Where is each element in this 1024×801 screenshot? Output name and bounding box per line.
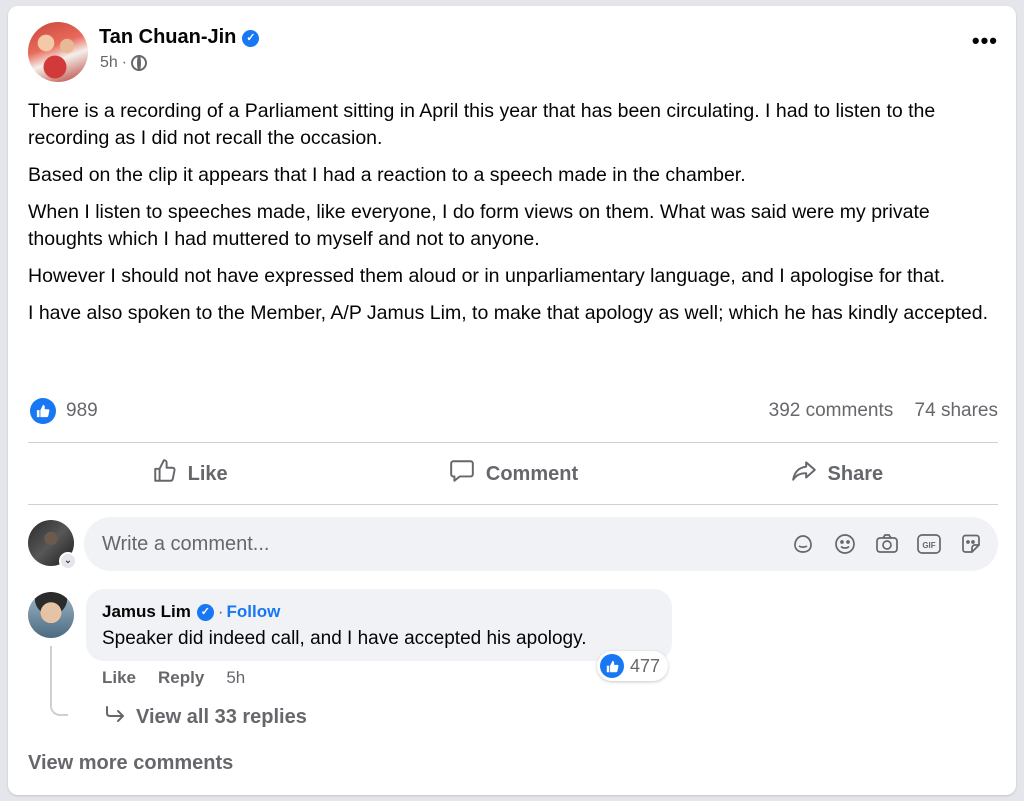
post-paragraph: There is a recording of a Parliament sit…: [28, 100, 936, 149]
comment-time[interactable]: 5h: [226, 668, 245, 688]
view-more-comments-link[interactable]: View more comments: [28, 752, 233, 775]
globe-icon: [131, 55, 148, 71]
like-label: Like: [187, 462, 228, 485]
comment-actions: Like Reply 5h: [102, 668, 245, 688]
follow-button[interactable]: Follow: [226, 602, 280, 621]
post-paragraph: I have also spoken to the Member, A/P Ja…: [28, 302, 988, 324]
commenter-avatar[interactable]: [28, 592, 74, 638]
author-avatar[interactable]: [28, 22, 88, 82]
view-replies-link[interactable]: View all 33 replies: [104, 704, 307, 730]
comment-reaction-count: 477: [630, 655, 661, 676]
svg-text:GIF: GIF: [922, 541, 935, 550]
divider: [28, 504, 998, 505]
like-reaction-icon: [600, 654, 624, 678]
thumbs-up-icon: [152, 458, 178, 490]
post-text: There is a recording of a Parliament sit…: [28, 98, 1003, 337]
stats-right: 392 comments 74 shares: [769, 400, 998, 422]
more-options-icon[interactable]: •••: [972, 30, 998, 52]
like-reaction-icon[interactable]: [30, 398, 56, 424]
comment-icon: [448, 458, 476, 490]
chevron-down-icon[interactable]: ⌄: [59, 552, 77, 570]
post-meta: 5h ·: [100, 54, 148, 72]
comments-count[interactable]: 392 comments: [769, 400, 894, 421]
post-actions: Like Comment Share: [28, 454, 998, 494]
post-paragraph: However I should not have expressed them…: [28, 265, 946, 287]
reaction-stats: 989 392 comments 74 shares: [28, 396, 998, 426]
comment-label: Comment: [485, 462, 579, 485]
divider: [28, 442, 998, 443]
avatar-sticker-icon[interactable]: [790, 531, 816, 557]
verified-badge-icon: ✓: [242, 30, 260, 47]
view-replies-label: View all 33 replies: [136, 705, 307, 728]
comment-text: Speaker did indeed call, and I have acce…: [102, 628, 587, 649]
verified-badge-icon: ✓: [196, 604, 214, 621]
comment-like-button[interactable]: Like: [102, 668, 136, 688]
sticker-icon[interactable]: [958, 531, 984, 557]
share-icon: [790, 458, 818, 490]
commenter-name[interactable]: Jamus Lim: [102, 602, 191, 621]
follow-separator: ·: [217, 602, 224, 621]
meta-separator: ·: [121, 54, 128, 71]
comment-reactions[interactable]: 477: [597, 651, 669, 681]
shares-count[interactable]: 74 shares: [915, 400, 998, 421]
comment-reply-button[interactable]: Reply: [158, 668, 204, 688]
reply-arrow-icon: [104, 704, 126, 730]
comment-placeholder: Write a comment...: [102, 533, 270, 555]
camera-icon[interactable]: [874, 531, 900, 557]
post-time[interactable]: 5h: [100, 54, 118, 72]
commenter-row: Jamus Lim ✓ · Follow: [102, 602, 280, 622]
comment-input[interactable]: Write a comment... GIF: [84, 517, 998, 571]
author-name-row: Tan Chuan-Jin ✓: [99, 26, 260, 49]
comment-button[interactable]: Comment: [351, 454, 674, 494]
author-name[interactable]: Tan Chuan-Jin: [99, 26, 236, 48]
post-paragraph: Based on the clip it appears that I had …: [28, 164, 746, 186]
gif-icon[interactable]: GIF: [916, 531, 942, 557]
like-button[interactable]: Like: [28, 454, 351, 494]
post-card: Tan Chuan-Jin ✓ 5h · ••• There is a recor…: [8, 6, 1016, 795]
composer-tools: GIF: [790, 531, 984, 557]
emoji-icon[interactable]: [832, 531, 858, 557]
reply-thread-line: [50, 646, 68, 716]
share-button[interactable]: Share: [675, 454, 998, 494]
share-label: Share: [827, 462, 884, 485]
comment-bubble: Jamus Lim ✓ · Follow Speaker did indeed cal…: [86, 589, 672, 661]
post-paragraph: When I listen to speeches made, like eve…: [28, 201, 930, 250]
like-count[interactable]: 989: [66, 400, 98, 422]
